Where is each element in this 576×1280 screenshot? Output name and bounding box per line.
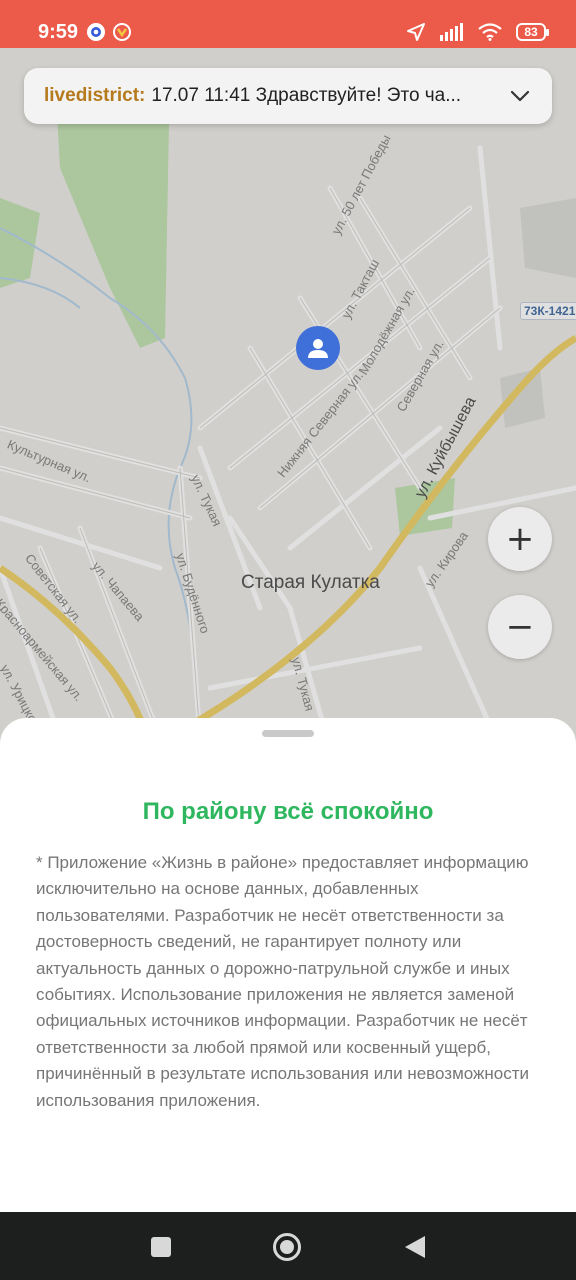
system-nav-bar bbox=[0, 1212, 576, 1280]
battery-icon: 83 bbox=[516, 23, 549, 41]
banner-message: 17.07 11:41 Здравствуйте! Это ча... bbox=[151, 85, 462, 106]
bottom-sheet: По району всё спокойно * Приложение «Жиз… bbox=[0, 718, 576, 1212]
user-location-marker[interactable] bbox=[296, 326, 340, 370]
home-circle-icon bbox=[273, 1233, 301, 1261]
sheet-drag-handle[interactable] bbox=[262, 730, 314, 737]
wifi-icon bbox=[478, 23, 502, 41]
status-time: 9:59 bbox=[38, 20, 79, 43]
map-view[interactable]: ул. 50 лет Победы ул. Такташ Молодёжная … bbox=[0, 48, 576, 748]
home-button[interactable] bbox=[272, 1232, 302, 1262]
route-badge: 73К-1421 bbox=[520, 302, 576, 320]
location-arrow-icon bbox=[406, 22, 426, 42]
zoom-out-button[interactable]: − bbox=[488, 595, 552, 659]
person-icon bbox=[308, 339, 328, 358]
notification-banner[interactable]: livedistrict: 17.07 11:41 Здравствуйте! … bbox=[24, 68, 552, 124]
signal-icon bbox=[440, 23, 464, 41]
chevron-down-icon[interactable] bbox=[510, 90, 530, 102]
recent-apps-button[interactable] bbox=[146, 1232, 176, 1262]
back-button[interactable] bbox=[400, 1232, 430, 1262]
status-title: По району всё спокойно bbox=[142, 798, 434, 825]
messenger-icon bbox=[86, 22, 106, 42]
back-triangle-icon bbox=[405, 1236, 425, 1258]
zoom-in-button[interactable]: + bbox=[488, 507, 552, 571]
banner-sender: livedistrict: bbox=[44, 85, 146, 106]
map-canvas bbox=[0, 68, 576, 748]
app-notification-icon bbox=[112, 22, 132, 42]
disclaimer-text: * Приложение «Жизнь в районе» предоставл… bbox=[36, 853, 530, 1110]
place-name-label: Старая Кулатка bbox=[241, 572, 380, 593]
square-icon bbox=[151, 1237, 171, 1257]
